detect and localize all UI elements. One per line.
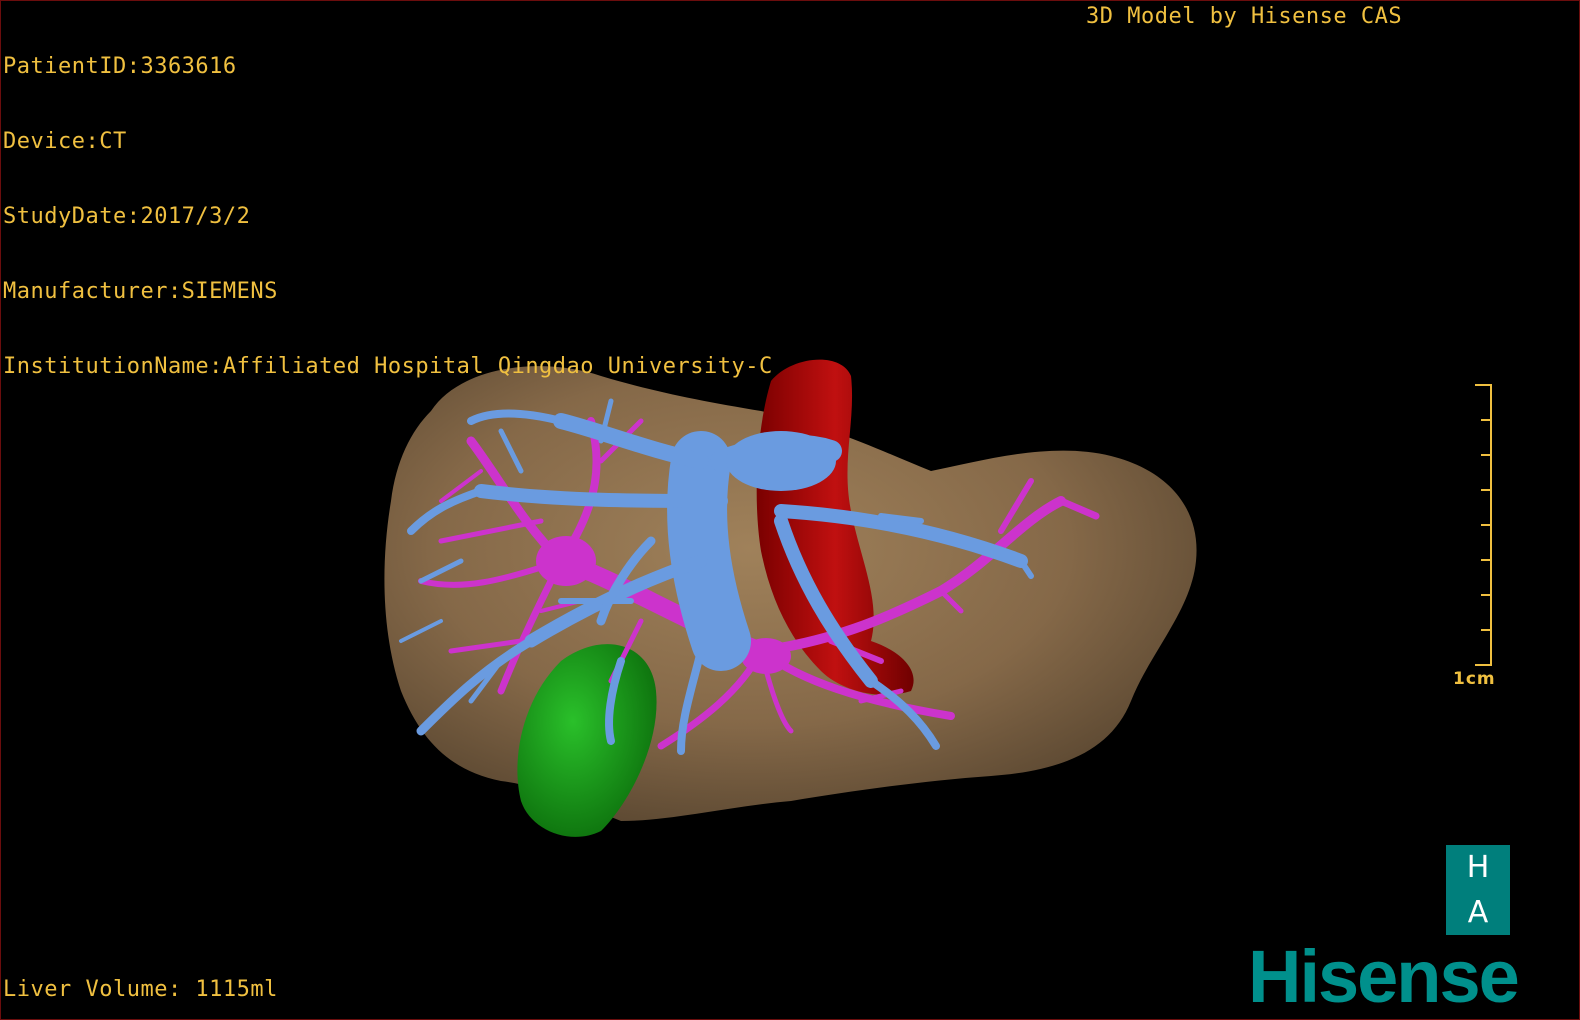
hisense-logo: Hisense <box>1248 935 1520 1018</box>
logo-letter-a: A <box>1467 894 1489 930</box>
patient-id: PatientID:3363616 <box>3 54 237 79</box>
ha-logo: H A <box>1446 845 1510 935</box>
device: Device:CT <box>3 129 127 154</box>
liver-volume: Liver Volume: 1115ml <box>3 977 278 1002</box>
hepatic-vein-confluence <box>536 536 596 586</box>
scale-label: 1cm <box>1453 669 1496 689</box>
portal-vein-trunk <box>726 431 836 491</box>
3d-render-viewport[interactable]: PatientID:3363616 Device:CT StudyDate:20… <box>0 0 1580 1020</box>
logo-letter-h: H <box>1466 849 1490 885</box>
model-credit: 3D Model by Hisense CAS <box>1086 4 1403 29</box>
institution-name: InstitutionName:Affiliated Hospital Qing… <box>3 354 773 379</box>
dicom-info-overlay: PatientID:3363616 Device:CT StudyDate:20… <box>3 4 773 429</box>
study-date: StudyDate:2017/3/2 <box>3 204 251 229</box>
scale-bar <box>1475 384 1492 666</box>
manufacturer: Manufacturer:SIEMENS <box>3 279 278 304</box>
